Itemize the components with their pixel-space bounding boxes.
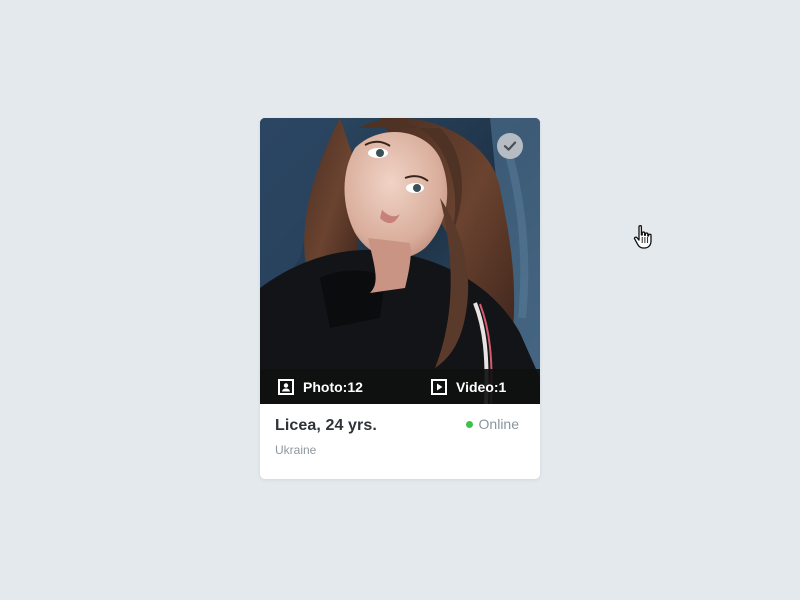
photo-count-label: Photo:12 (303, 378, 363, 395)
online-status: Online (465, 416, 519, 432)
profile-name[interactable]: Licea, 24 yrs. (275, 417, 377, 435)
profile-info: Licea, 24 yrs. Ukraine Online (260, 404, 540, 479)
media-bar: Photo:12 Video:1 (260, 369, 540, 404)
verified-check-icon (497, 133, 523, 159)
profile-country: Ukraine (275, 443, 317, 457)
play-icon (431, 378, 447, 395)
hand-pointer-icon (633, 225, 652, 249)
online-dot-icon (465, 420, 473, 428)
profile-photo[interactable]: Photo:12 Video:1 (260, 118, 540, 404)
online-status-label: Online (478, 416, 519, 432)
portrait-icon (278, 378, 294, 395)
video-count-label: Video:1 (456, 378, 507, 395)
videos-button[interactable]: Video:1 (431, 369, 506, 404)
profile-card[interactable]: Photo:12 Video:1 Licea, 24 yrs. Ukraine … (260, 118, 540, 479)
photos-button[interactable]: Photo:12 (278, 369, 363, 404)
